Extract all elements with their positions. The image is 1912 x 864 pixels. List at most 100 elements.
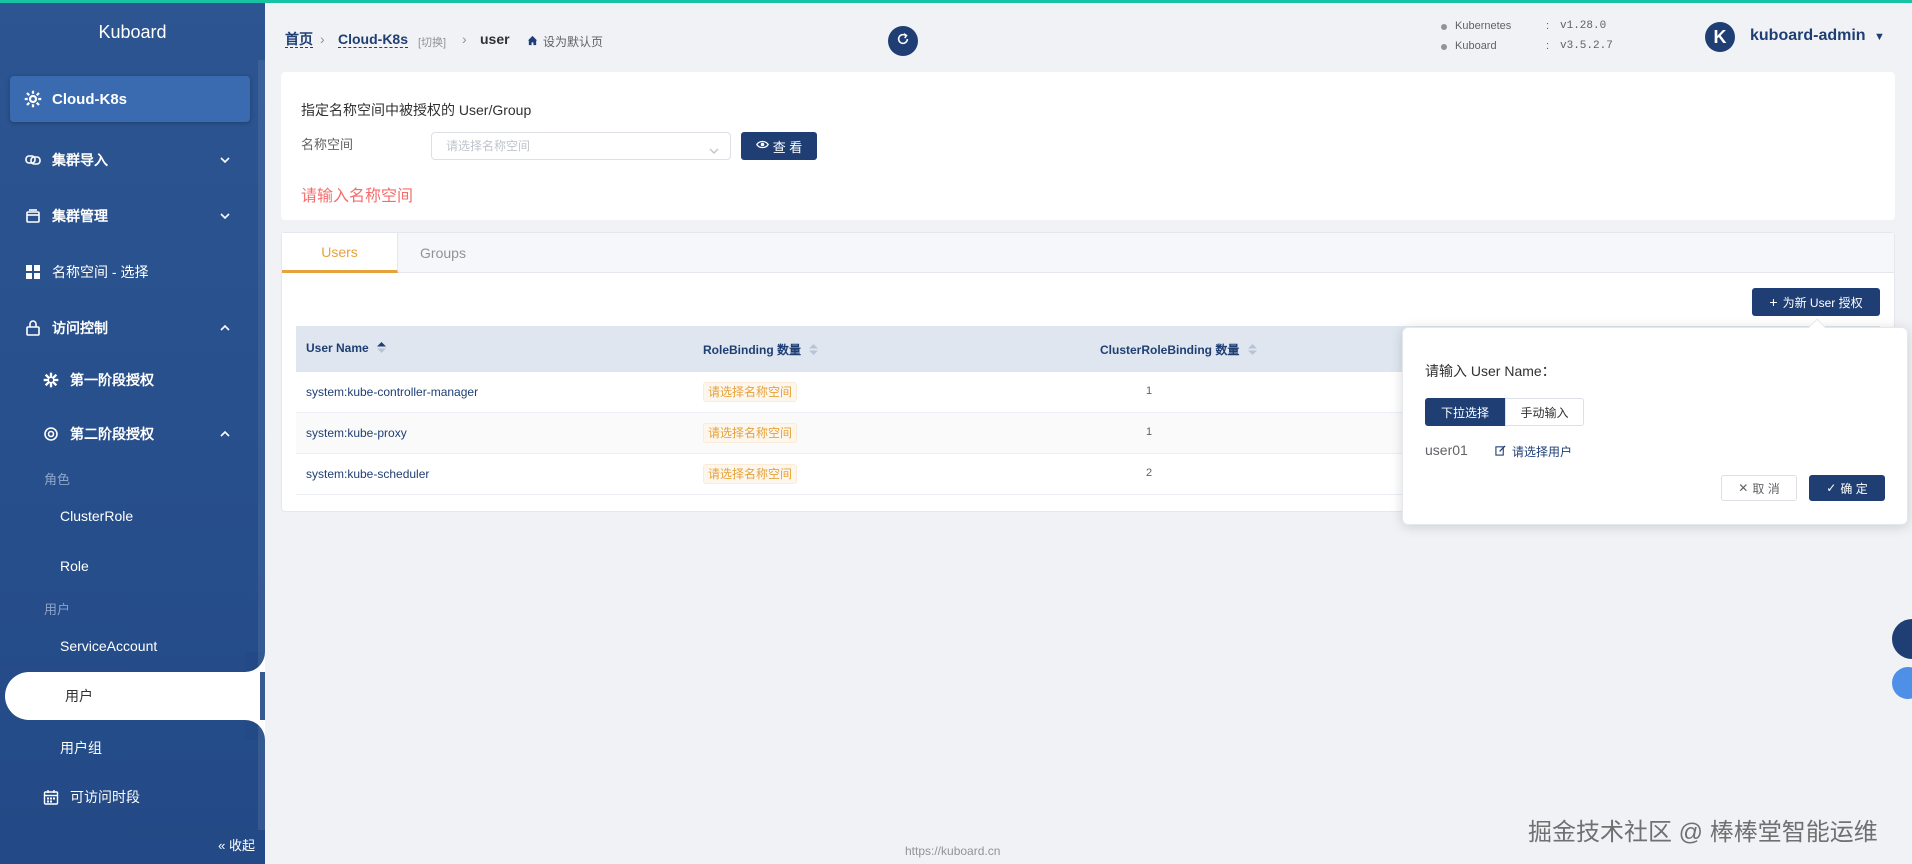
eye-icon bbox=[755, 138, 769, 154]
chevron-right-icon: › bbox=[320, 31, 325, 47]
header: 首页 › Cloud-K8s [切换] › user 设为默认页 Kuberne… bbox=[265, 3, 1912, 69]
select-user-link[interactable]: 请选择用户 bbox=[1495, 443, 1572, 460]
mode-manual-button[interactable]: 手动输入 bbox=[1505, 398, 1584, 426]
user-name: kuboard-admin bbox=[1750, 27, 1866, 44]
column-label: ClusterRoleBinding 数量 bbox=[1100, 343, 1240, 357]
column-header-rolebinding[interactable]: RoleBinding 数量 bbox=[703, 341, 819, 358]
sidebar-item-users[interactable]: 用户 bbox=[5, 672, 260, 720]
sidebar-item-namespace-select[interactable]: 名称空间 - 选择 bbox=[0, 257, 255, 287]
column-header-username[interactable]: User Name bbox=[306, 341, 387, 356]
link-icon bbox=[24, 151, 42, 169]
namespace-select[interactable]: 请选择名称空间 bbox=[431, 132, 731, 160]
chevron-right-icon: › bbox=[462, 31, 467, 47]
version-separator: : bbox=[1546, 20, 1550, 32]
column-label: User Name bbox=[306, 341, 369, 355]
sidebar-item-cluster-import[interactable]: 集群导入 bbox=[0, 145, 255, 175]
breadcrumb-cluster[interactable]: Cloud-K8s bbox=[338, 31, 408, 48]
edit-icon bbox=[1495, 444, 1506, 459]
cell-clusterrolebinding: 1 bbox=[1146, 385, 1153, 397]
sidebar-scrollbar[interactable] bbox=[258, 60, 265, 830]
refresh-icon bbox=[896, 32, 910, 51]
tab-label: Groups bbox=[420, 245, 466, 261]
tab-users[interactable]: Users bbox=[282, 233, 398, 273]
gear-icon bbox=[42, 371, 60, 389]
sidebar-item-access-control[interactable]: 访问控制 bbox=[0, 313, 255, 343]
plus-icon: + bbox=[1769, 294, 1778, 310]
double-chevron-left-icon: « bbox=[218, 838, 226, 853]
tab-bar: Users Groups bbox=[282, 233, 1894, 273]
sidebar-item-label: 集群管理 bbox=[52, 208, 108, 224]
user-menu[interactable]: kuboard-admin ▼ bbox=[1750, 27, 1885, 45]
sidebar: Kuboard Cloud-K8s 集群导入 集群管理 名称空间 - 选择 访问… bbox=[0, 0, 265, 864]
cell-rolebinding-tag: 请选择名称空间 bbox=[703, 464, 798, 484]
sidebar-item-cluster-manage[interactable]: 集群管理 bbox=[0, 201, 255, 231]
sidebar-item-clusterrole[interactable]: ClusterRole bbox=[60, 508, 133, 524]
cancel-button[interactable]: ✕ 取 消 bbox=[1721, 475, 1797, 501]
view-button[interactable]: 查 看 bbox=[741, 132, 817, 160]
kubernetes-label: Kubernetes bbox=[1455, 20, 1512, 32]
add-user-button[interactable]: + 为新 User 授权 bbox=[1752, 288, 1880, 316]
column-header-clusterrolebinding[interactable]: ClusterRoleBinding 数量 bbox=[1100, 341, 1257, 358]
kubernetes-version: v1.28.0 bbox=[1560, 20, 1607, 32]
tab-groups[interactable]: Groups bbox=[398, 233, 488, 273]
breadcrumb-home[interactable]: 首页 bbox=[285, 31, 313, 48]
grid-icon bbox=[24, 263, 42, 281]
avatar[interactable]: K bbox=[1705, 22, 1735, 52]
close-icon: ✕ bbox=[1738, 481, 1749, 495]
sidebar-cluster-item[interactable]: Cloud-K8s bbox=[10, 76, 250, 122]
namespace-label: 名称空间 bbox=[301, 137, 354, 152]
selected-user: user01 bbox=[1425, 442, 1468, 458]
sidebar-item-access-time[interactable]: 可访问时段 bbox=[0, 782, 255, 812]
watermark: 掘金技术社区 @ 棒棒堂智能运维 bbox=[1528, 819, 1878, 846]
cell-rolebinding-tag: 请选择名称空间 bbox=[703, 423, 798, 443]
tab-label: Users bbox=[321, 243, 358, 260]
home-icon bbox=[527, 35, 538, 49]
mode-dropdown-button[interactable]: 下拉选择 bbox=[1425, 398, 1505, 426]
cell-username[interactable]: system:kube-scheduler bbox=[306, 467, 429, 481]
sidebar-item-role[interactable]: Role bbox=[60, 558, 89, 574]
chevron-up-icon bbox=[219, 321, 231, 337]
expand-float-button[interactable] bbox=[1892, 667, 1912, 699]
bullet-icon bbox=[1441, 44, 1447, 50]
sidebar-item-user-groups[interactable]: 用户组 bbox=[60, 738, 102, 758]
confirm-label: 确 定 bbox=[1840, 481, 1868, 496]
chat-float-button[interactable] bbox=[1892, 619, 1912, 659]
sidebar-item-label: 第一阶段授权 bbox=[70, 372, 154, 388]
cell-username[interactable]: system:kube-proxy bbox=[306, 426, 407, 440]
breadcrumb-switch[interactable]: [切换] bbox=[418, 34, 446, 50]
confirm-button[interactable]: ✓ 确 定 bbox=[1809, 475, 1885, 501]
column-label: RoleBinding 数量 bbox=[703, 343, 801, 357]
cancel-label: 取 消 bbox=[1752, 481, 1780, 496]
filter-title: 指定名称空间中被授权的 User/Group bbox=[301, 102, 532, 118]
bullet-icon bbox=[1441, 24, 1447, 30]
version-separator: : bbox=[1546, 40, 1550, 52]
cell-username[interactable]: system:kube-controller-manager bbox=[306, 385, 478, 399]
footer-link[interactable]: https://kuboard.cn bbox=[905, 844, 1000, 858]
sidebar-item-label: 集群导入 bbox=[52, 152, 108, 168]
refresh-button[interactable] bbox=[888, 26, 918, 56]
top-accent-line bbox=[0, 0, 1912, 3]
caret-down-icon: ▼ bbox=[1874, 31, 1885, 43]
sidebar-item-label: 可访问时段 bbox=[70, 789, 140, 805]
sidebar-item-label: 名称空间 - 选择 bbox=[52, 264, 149, 280]
app-title: Kuboard bbox=[98, 22, 167, 42]
chevron-down-icon bbox=[219, 153, 231, 169]
view-button-label: 查 看 bbox=[772, 139, 803, 155]
cell-clusterrolebinding: 2 bbox=[1146, 467, 1153, 479]
namespace-placeholder: 请选择名称空间 bbox=[446, 139, 531, 153]
set-default-button[interactable]: 设为默认页 bbox=[527, 33, 603, 50]
sidebar-collapse-button[interactable]: « 收起 bbox=[218, 835, 255, 854]
settings-icon bbox=[42, 425, 60, 443]
sidebar-item-serviceaccount[interactable]: ServiceAccount bbox=[60, 638, 157, 654]
sidebar-item-label: 访问控制 bbox=[52, 320, 108, 336]
sidebar-item-first-stage-auth[interactable]: 第一阶段授权 bbox=[0, 365, 255, 395]
sidebar-cluster-label: Cloud-K8s bbox=[52, 90, 127, 108]
select-user-label: 请选择用户 bbox=[1512, 445, 1573, 459]
kuboard-label: Kuboard bbox=[1455, 40, 1497, 52]
box-icon bbox=[24, 207, 42, 225]
sidebar-item-label: 第二阶段授权 bbox=[70, 426, 154, 442]
check-icon: ✓ bbox=[1826, 481, 1837, 495]
sidebar-item-second-stage-auth[interactable]: 第二阶段授权 bbox=[0, 419, 255, 449]
sidebar-group-user: 用户 bbox=[44, 602, 71, 617]
sidebar-group-role: 角色 bbox=[44, 472, 71, 487]
